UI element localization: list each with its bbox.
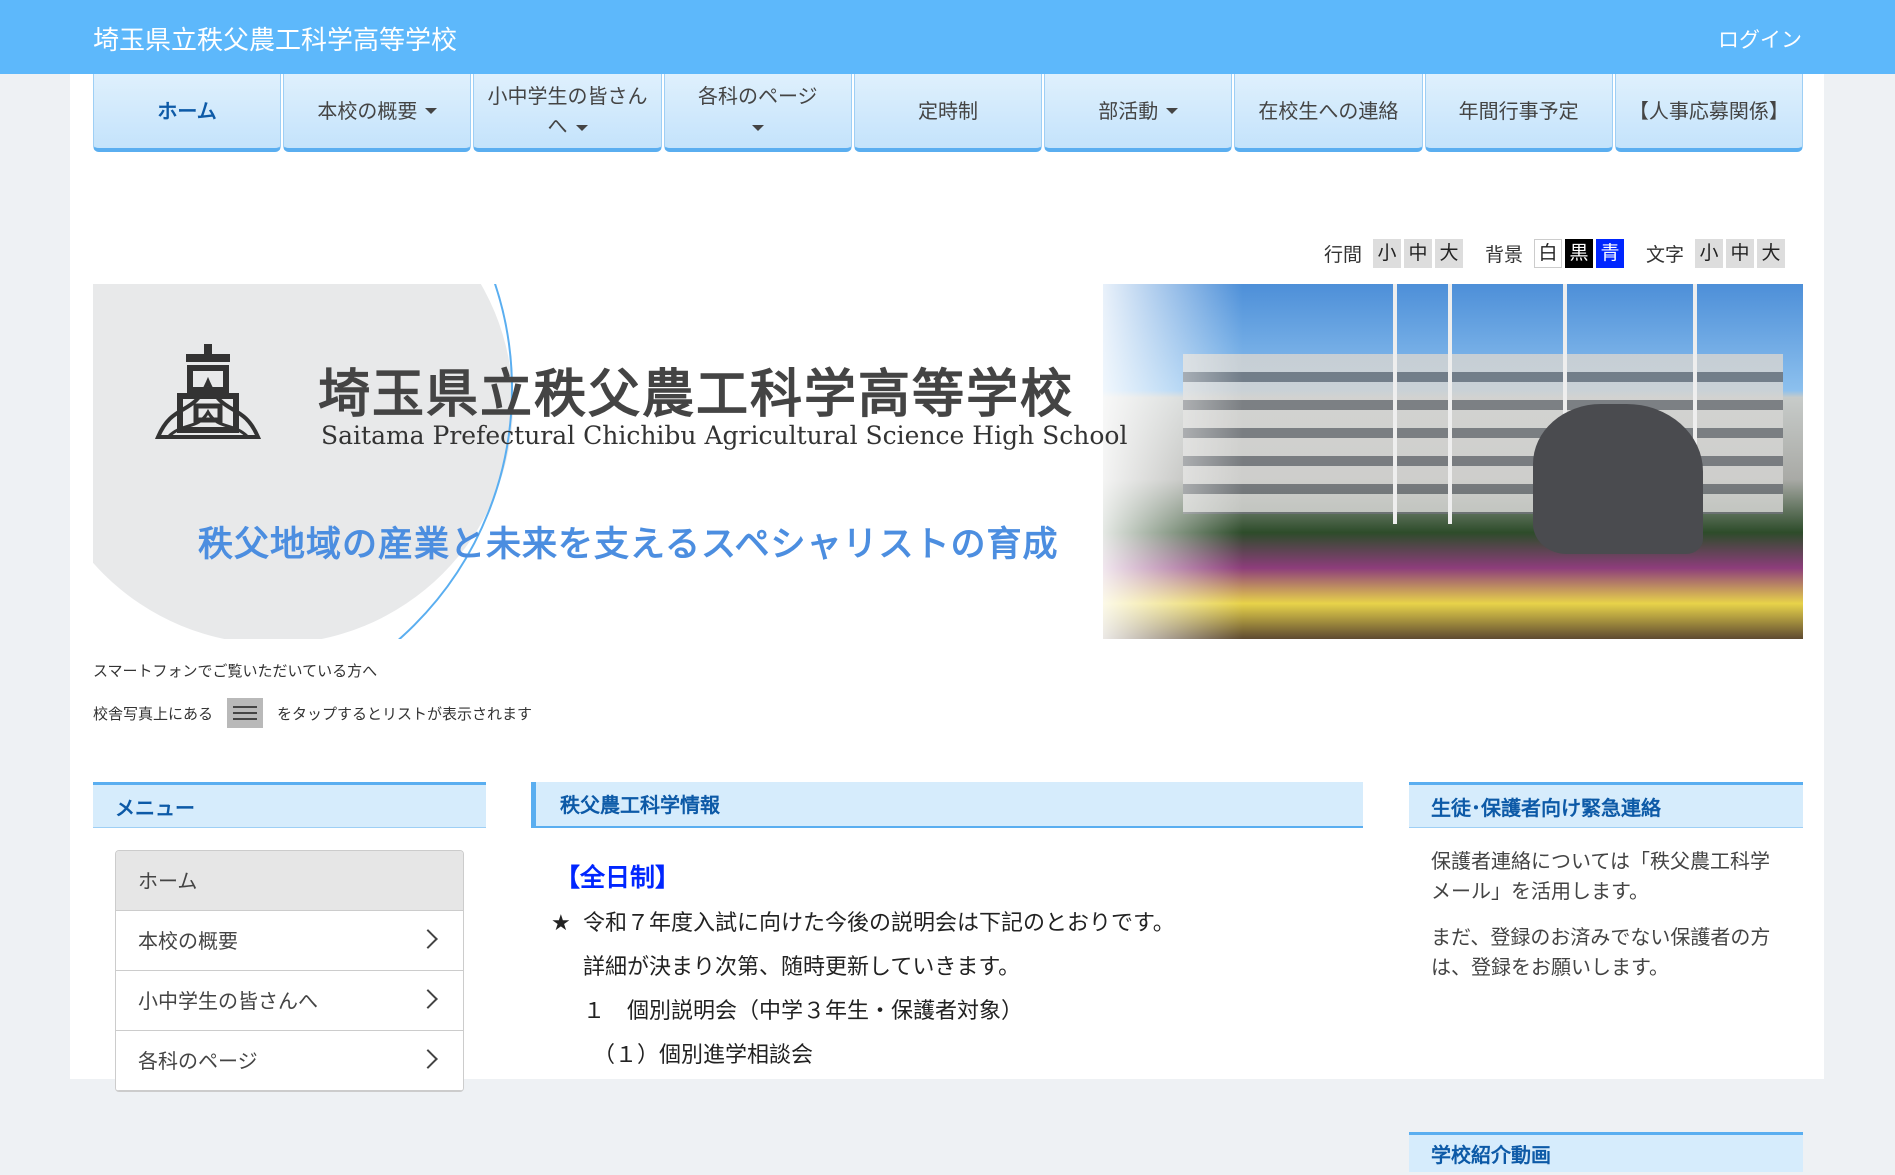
background-black-button[interactable]: 黒 [1564, 239, 1593, 268]
announcement-item: １ 個別説明会（中学３年生・保護者対象） [583, 999, 1024, 1024]
nav-label: 年間行事予定 [1458, 99, 1579, 123]
full-day-heading: 【全日制】 [555, 863, 681, 892]
side-menu-item-overview[interactable]: 本校の概要 [116, 911, 463, 971]
nav-item-annual-schedule[interactable]: 年間行事予定 [1424, 74, 1613, 152]
nav-label: 在校生への連絡 [1258, 99, 1399, 123]
announcement-line: ★ 令和７年度入試に向けた今後の説明会は下記のとおりです。 [531, 902, 1363, 946]
tap-prefix: 校舎写真上にある [93, 704, 214, 723]
page-container: ホーム 本校の概要 小中学生の皆さんへ 各科のページ 定時制 部活動 在校生への… [70, 74, 1824, 1172]
nav-item-part-time[interactable]: 定時制 [853, 74, 1043, 152]
text-size-small-button[interactable]: 小 [1695, 239, 1723, 268]
left-sidebar: メニュー ホーム 本校の概要 小中学生の皆さんへ 各科のページ [93, 782, 486, 1092]
caret-down-icon [575, 124, 588, 131]
nav-label: 定時制 [917, 99, 978, 123]
background-label: 背景 [1484, 244, 1523, 266]
video-heading: 学校紹介動画 [1409, 1132, 1803, 1172]
accessibility-controls: 行間 小 中 大 背景 白 黒 青 文字 小 中 大 [1324, 239, 1785, 268]
nav-item-departments[interactable]: 各科のページ [663, 74, 852, 152]
line-spacing-large-button[interactable]: 大 [1434, 239, 1463, 268]
star-icon: ★ [551, 911, 571, 936]
flag-pole [1448, 284, 1452, 524]
nav-label: ホーム [157, 99, 217, 123]
header-banner: 埼玉県立秩父農工科学高等学校 Saitama Prefectural Chich… [93, 284, 1803, 639]
banner-arc-outline [93, 284, 513, 639]
text-size-large-button[interactable]: 大 [1757, 239, 1785, 268]
line-spacing-small-button[interactable]: 小 [1372, 239, 1401, 268]
nav-item-current-students[interactable]: 在校生への連絡 [1234, 74, 1423, 152]
chevron-right-icon [418, 989, 438, 1009]
side-menu-item-home[interactable]: ホーム [116, 851, 463, 911]
nav-item-overview[interactable]: 本校の概要 [283, 74, 472, 152]
top-bar: 埼玉県立秩父農工科学高等学校 ログイン [0, 0, 1895, 74]
line-spacing-label: 行間 [1323, 244, 1362, 266]
site-title[interactable]: 埼玉県立秩父農工科学高等学校 [93, 20, 457, 57]
nav-label: 部活動 [1098, 99, 1159, 123]
emergency-heading: 生徒･保護者向け緊急連絡 [1409, 782, 1803, 828]
announcement-subitem: （１）個別進学相談会 [593, 1043, 814, 1068]
chevron-right-icon [418, 1049, 438, 1069]
tap-suffix: をタップするとリストが表示されます [277, 704, 533, 723]
text-size-medium-button[interactable]: 中 [1726, 239, 1754, 268]
background-white-button[interactable]: 白 [1533, 239, 1562, 268]
emergency-text: まだ、登録のお済みでない保護者の方は、登録をお願いします。 [1431, 925, 1771, 979]
nav-label: 【人事応募関係】 [1628, 99, 1789, 123]
text-size-label: 文字 [1645, 244, 1684, 266]
nav-label: 各科のページ [698, 81, 818, 141]
emergency-text: 保護者連絡については「秩父農工科学メール」を活用します。 [1431, 849, 1770, 903]
chevron-right-icon [418, 929, 438, 949]
caret-down-icon [751, 124, 764, 131]
smartphone-note: スマートフォンでご覧いただいている方へ [93, 662, 378, 680]
side-menu-item-students[interactable]: 小中学生の皆さんへ [116, 971, 463, 1031]
side-menu-item-departments[interactable]: 各科のページ [116, 1031, 463, 1091]
banner-school-name-jp: 埼玉県立秩父農工科学高等学校 [318, 364, 1075, 425]
announcement-line: 詳細が決まり次第、随時更新していきます。 [583, 955, 1021, 980]
main-content: 秩父農工科学情報 【全日制】 ★ 令和７年度入試に向けた今後の説明会は下記のとおり… [531, 782, 1363, 1078]
nav-label: 本校の概要 [317, 99, 418, 123]
news-heading: 秩父農工科学情報 [531, 782, 1363, 828]
caret-down-icon [1166, 108, 1179, 114]
side-menu: ホーム 本校の概要 小中学生の皆さんへ 各科のページ [115, 850, 464, 1092]
caret-down-icon [425, 108, 438, 114]
nav-label: 小中学生の皆さんへ [487, 84, 648, 138]
news-body: 【全日制】 ★ 令和７年度入試に向けた今後の説明会は下記のとおりです。 詳細が決ま… [531, 828, 1363, 1078]
main-nav: ホーム 本校の概要 小中学生の皆さんへ 各科のページ 定時制 部活動 在校生への… [93, 74, 1803, 154]
memorial-stone [1533, 404, 1703, 554]
right-sidebar: 生徒･保護者向け緊急連絡 保護者連絡については「秩父農工科学メール」を活用します… [1409, 782, 1803, 1172]
nav-item-clubs[interactable]: 部活動 [1044, 74, 1233, 152]
flag-pole [1393, 284, 1397, 524]
nav-item-students[interactable]: 小中学生の皆さんへ [473, 74, 662, 152]
emergency-body: 保護者連絡については「秩父農工科学メール」を活用します。 まだ、登録のお済みでな… [1409, 828, 1803, 982]
line-spacing-medium-button[interactable]: 中 [1403, 239, 1432, 268]
background-blue-button[interactable]: 青 [1595, 239, 1624, 268]
hamburger-menu-icon [227, 698, 264, 728]
nav-item-home[interactable]: ホーム [93, 74, 282, 152]
nav-item-recruitment[interactable]: 【人事応募関係】 [1614, 74, 1803, 152]
banner-school-name-en: Saitama Prefectural Chichibu Agricultura… [321, 421, 1128, 450]
login-link[interactable]: ログイン [1718, 24, 1802, 54]
banner-slogan: 秩父地域の産業と未来を支えるスペシャリストの育成 [198, 524, 1059, 565]
school-emblem-icon [154, 344, 262, 439]
menu-heading: メニュー [93, 782, 486, 828]
tap-instruction: 校舎写真上にある をタップするとリストが表示されます [93, 698, 532, 728]
photo-fade [1083, 284, 1243, 639]
